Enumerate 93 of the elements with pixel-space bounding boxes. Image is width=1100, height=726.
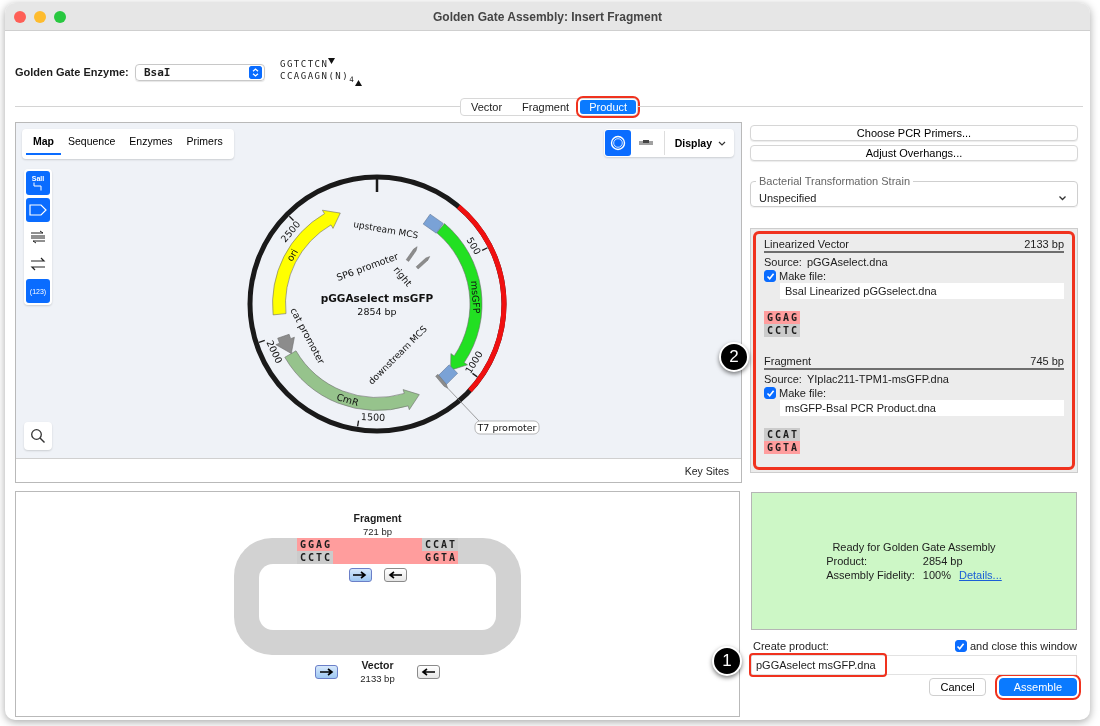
overhang-strand: GGTA	[764, 441, 801, 454]
arrow-icon	[419, 666, 438, 677]
source-label: Source:	[764, 256, 802, 268]
view-tab[interactable]: Primers	[179, 129, 230, 155]
enzyme-select[interactable]: BsaI	[135, 63, 265, 81]
arrow-icon	[351, 570, 369, 580]
linear-map-icon	[637, 138, 654, 148]
vector-title: Vector	[361, 659, 394, 671]
overhang-strand: CCAT	[764, 428, 801, 441]
overhang-strand: CCAT	[422, 538, 459, 551]
product-name-field[interactable]: pGGAselect msGFP.dna	[751, 655, 1077, 675]
overhang-strand: CCTC	[764, 324, 801, 337]
feature-label: msGFP	[469, 280, 483, 314]
section-title: Linearized Vector	[764, 238, 849, 250]
feature-label: CmR	[335, 391, 361, 409]
reverse-direction-button[interactable]	[383, 568, 407, 582]
status-label: Assembly Fidelity:	[826, 569, 915, 581]
reverse-direction-button[interactable]	[416, 664, 440, 679]
fragment-length: 721 bp	[362, 526, 393, 537]
view-tab[interactable]: Sequence	[61, 129, 123, 155]
section-length: 2133 bp	[1024, 238, 1064, 250]
tick-label: 2000	[264, 338, 285, 366]
status-value: 100%	[922, 569, 951, 581]
overhang-strand: GGAG	[764, 311, 801, 324]
feature-marker[interactable]	[435, 374, 448, 389]
source-label: Source:	[764, 373, 802, 385]
chevron-icon	[1058, 195, 1067, 201]
feature-box[interactable]	[437, 364, 458, 385]
source-file: YIplac211-TPM1-msGFP.dna	[806, 373, 949, 385]
search-button[interactable]	[24, 422, 52, 450]
feature-marker[interactable]	[415, 256, 430, 270]
forward-direction-button[interactable]	[348, 568, 372, 582]
cut-mark-icon	[328, 58, 336, 65]
feature-label: ori	[284, 246, 300, 264]
checkbox[interactable]	[955, 640, 967, 652]
circular-view-button[interactable]	[604, 130, 631, 156]
search-icon	[30, 428, 46, 444]
create-product-label: Create product:	[753, 640, 829, 652]
tick-label: 1500	[360, 411, 386, 423]
filename-field[interactable]: msGFP-Bsal PCR Product.dna	[780, 400, 1064, 416]
section-length: 745 bp	[1030, 355, 1064, 367]
mode-tab[interactable]: Vector	[461, 99, 512, 114]
recognition-site: CCAGAGN(N)$_{4}$	[280, 70, 356, 86]
dialog-button[interactable]: Adjust Overhangs...	[750, 145, 1078, 161]
feature-callout: T7 promoter	[474, 420, 540, 435]
fragment-title: Fragment	[353, 512, 402, 524]
overhang-strand: GGTA	[422, 551, 459, 564]
feature-icon	[29, 204, 47, 216]
chevron-icon	[718, 140, 726, 146]
status-title: Ready for Golden Gate Assembly	[832, 541, 996, 553]
filename-field[interactable]: Bsal Linearized pGGselect.dna	[780, 283, 1064, 299]
callout-badge: 2	[719, 342, 749, 372]
feature-label: upstream MCS	[352, 219, 419, 241]
stepper-icon	[249, 65, 262, 79]
circle-icon	[609, 135, 626, 151]
feature-marker[interactable]	[405, 246, 418, 262]
plasmid-name: pGGAselect msGFP	[320, 292, 434, 304]
cut-mark-icon	[355, 79, 363, 86]
checkbox-label: Make file:	[779, 387, 827, 399]
callout-badge: 1	[712, 646, 742, 676]
vector-length: 2133 bp	[360, 673, 395, 684]
leader-line	[446, 387, 480, 422]
window-title: Golden Gate Assembly: Insert Fragment	[433, 9, 662, 24]
cancel-button[interactable]: Cancel	[929, 678, 986, 696]
checkbox[interactable]	[764, 270, 776, 282]
cut-site-icon	[32, 182, 44, 191]
overhang-strand: CCTC	[296, 551, 333, 564]
view-tab[interactable]: Map	[26, 129, 61, 155]
forward-direction-button[interactable]	[315, 664, 339, 679]
plasmid-size: 2854 bp	[357, 306, 397, 317]
close-button[interactable]	[14, 10, 26, 23]
enzyme-label: Golden Gate Enzyme:	[15, 66, 130, 78]
checkbox-label: Make file:	[779, 270, 827, 282]
source-file: pGGAselect.dna	[806, 256, 888, 268]
strands-icon	[30, 230, 46, 244]
section-title: Fragment	[764, 355, 812, 367]
checkbox[interactable]	[764, 387, 776, 399]
mode-tab[interactable]: Fragment	[513, 99, 579, 114]
status-value: 2854 bp	[922, 555, 963, 567]
overhang-strand: GGAG	[296, 538, 333, 551]
strain-label: Bacterial Transformation Strain	[758, 174, 911, 189]
checkbox-label: and close this window	[970, 640, 1077, 652]
details-link[interactable]: Details...	[959, 569, 1002, 581]
swap-arrows-icon	[30, 257, 46, 271]
arrow-icon	[317, 666, 336, 677]
dialog-button[interactable]: Choose PCR Primers...	[750, 125, 1078, 141]
features-toggle[interactable]	[26, 198, 50, 222]
recognition-site: GGTCTCN	[280, 58, 329, 71]
key-sites-label: Key Sites	[684, 464, 729, 477]
display-menu-button[interactable]: Display	[668, 137, 734, 149]
arrow-icon	[386, 570, 404, 580]
view-tab[interactable]: Enzymes	[122, 129, 180, 155]
status-label: Product:	[826, 555, 869, 567]
